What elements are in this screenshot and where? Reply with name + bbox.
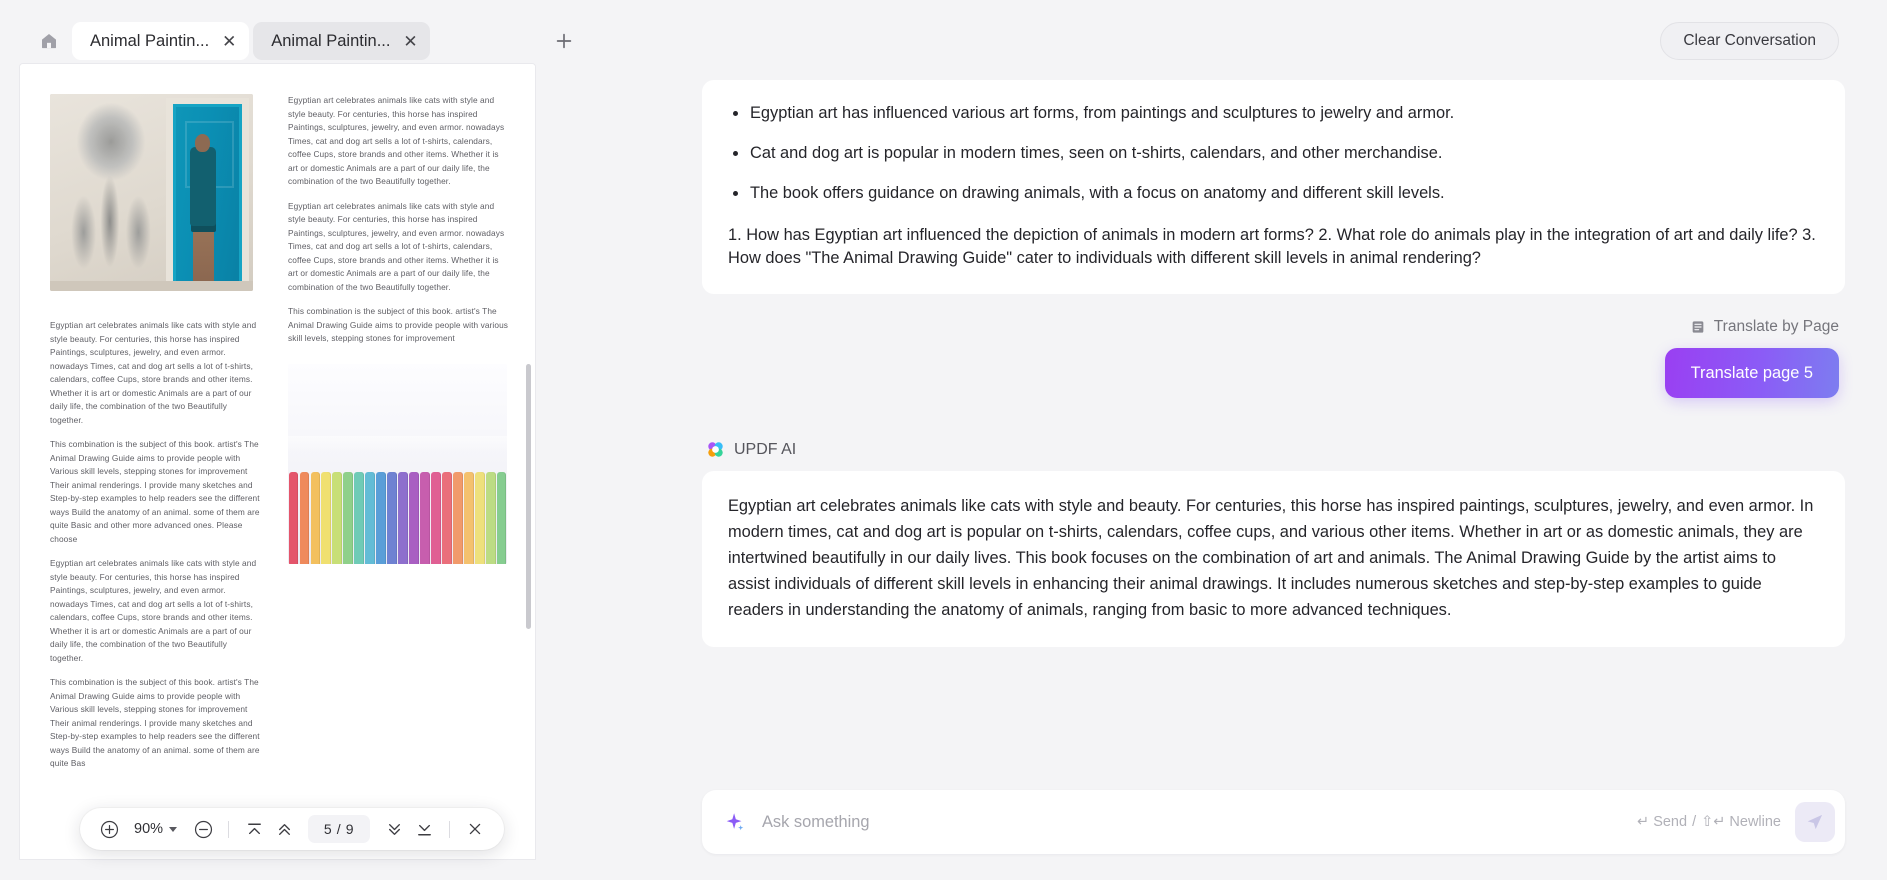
zoom-level-value: 90% bbox=[134, 821, 164, 837]
assistant-reply-block: UPDF AI Egyptian art celebrates animals … bbox=[702, 440, 1845, 647]
send-message-button[interactable] bbox=[1795, 802, 1835, 842]
assistant-answer-card: Egyptian art celebrates animals like cat… bbox=[702, 471, 1845, 647]
hint-divider: / bbox=[1692, 814, 1697, 830]
previous-page-button[interactable] bbox=[269, 814, 299, 844]
send-icon bbox=[1807, 814, 1823, 830]
plus-icon bbox=[557, 33, 572, 49]
pdf-paragraph: Egyptian art celebrates animals like cat… bbox=[50, 320, 257, 425]
page-indicator[interactable]: 5 / 9 bbox=[308, 815, 371, 843]
next-page-button[interactable] bbox=[379, 814, 409, 844]
translate-page-button[interactable]: Translate page 5 bbox=[1664, 348, 1839, 398]
colored-pencils-photo bbox=[288, 363, 507, 564]
zoom-in-button[interactable] bbox=[94, 814, 124, 844]
pdf-paragraph: This combination is the subject of this … bbox=[50, 439, 260, 544]
composer-hints: ↵ Send / ⇧↵ Newline bbox=[1637, 814, 1781, 830]
tab-0[interactable]: Animal Paintin... ✕ bbox=[72, 22, 250, 60]
pdf-paragraph: Egyptian art celebrates animals like cat… bbox=[288, 200, 505, 292]
close-icon bbox=[469, 823, 481, 835]
close-toolbar-button[interactable] bbox=[460, 814, 490, 844]
ask-something-input[interactable] bbox=[746, 812, 1638, 832]
chevron-down-icon bbox=[169, 826, 178, 832]
tab-label: Animal Paintin... bbox=[90, 31, 210, 50]
home-icon bbox=[42, 34, 56, 49]
first-page-button[interactable] bbox=[239, 814, 269, 844]
updf-app-window: Animal Paintin... ✕ Animal Paintin... ✕ bbox=[0, 0, 1887, 880]
tab-label: Animal Paintin... bbox=[271, 31, 391, 50]
ai-chat-pane: Clear Conversation Egyptian art has infl… bbox=[660, 0, 1887, 880]
hint-newline: ⇧↵ Newline bbox=[1701, 814, 1781, 830]
sparkle-icon bbox=[726, 813, 744, 831]
tab-close-icon[interactable]: ✕ bbox=[400, 31, 420, 51]
tab-close-icon[interactable]: ✕ bbox=[219, 31, 239, 51]
list-item: The book offers guidance on drawing anim… bbox=[728, 182, 1819, 204]
clear-conversation-button[interactable]: Clear Conversation bbox=[1660, 22, 1839, 60]
translate-section: Translate by Page Translate page 5 bbox=[702, 318, 1845, 398]
zoom-in-icon bbox=[100, 820, 118, 838]
pdf-viewer-pane: Animal Paintin... ✕ Animal Paintin... ✕ bbox=[0, 0, 660, 880]
ai-toolbar: Clear Conversation bbox=[702, 22, 1845, 60]
page-scrollbar[interactable] bbox=[526, 364, 531, 629]
translate-by-page-text: Translate by Page bbox=[1713, 318, 1839, 335]
pdf-page: Egyptian art celebrates animals like cat… bbox=[20, 64, 535, 859]
next-page-icon bbox=[388, 823, 400, 835]
zoom-out-icon bbox=[194, 820, 212, 838]
toolbar-divider bbox=[449, 820, 451, 838]
go-to-first-page-icon bbox=[247, 823, 261, 834]
pdf-paragraph: This combination is the subject of this … bbox=[50, 677, 260, 768]
pdf-text-left: Egyptian art celebrates animals like cat… bbox=[50, 319, 260, 771]
message-composer: ↵ Send / ⇧↵ Newline bbox=[702, 790, 1845, 854]
tab-bar: Animal Paintin... ✕ Animal Paintin... ✕ bbox=[22, 18, 660, 64]
assistant-name: UPDF AI bbox=[734, 440, 797, 458]
assistant-answer-text: Egyptian art celebrates animals like cat… bbox=[728, 497, 1814, 619]
pdf-column-left: Egyptian art celebrates animals like cat… bbox=[50, 94, 260, 782]
document-surface[interactable]: Egyptian art celebrates animals like cat… bbox=[20, 64, 535, 859]
updf-ai-clover-logo bbox=[708, 442, 723, 457]
home-button[interactable] bbox=[30, 22, 68, 60]
pdf-paragraph: Egyptian art celebrates animals like cat… bbox=[288, 95, 505, 186]
pdf-paragraph: Egyptian art celebrates animals like cat… bbox=[50, 558, 257, 663]
translate-by-page-label: Translate by Page bbox=[1690, 318, 1839, 336]
pdf-text-right: Egyptian art celebrates animals like cat… bbox=[288, 94, 510, 346]
summary-bullet-list: Egyptian art has influenced various art … bbox=[728, 102, 1819, 204]
zoom-level-selector[interactable]: 90% bbox=[124, 821, 188, 837]
zoom-out-button[interactable] bbox=[188, 814, 218, 844]
hint-send: ↵ Send bbox=[1637, 814, 1688, 830]
pdf-column-right: Egyptian art celebrates animals like cat… bbox=[288, 94, 510, 782]
pdf-floating-toolbar: 90% 5 / 9 bbox=[80, 808, 505, 850]
list-item: Egyptian art has influenced various art … bbox=[728, 102, 1819, 124]
last-page-button[interactable] bbox=[409, 814, 439, 844]
elephant-drawing-and-man-by-blue-door-photo bbox=[50, 94, 253, 291]
page-list-icon bbox=[1692, 321, 1704, 333]
previous-page-icon bbox=[278, 823, 290, 835]
new-tab-button[interactable] bbox=[546, 23, 582, 59]
assistant-identity: UPDF AI bbox=[702, 440, 1845, 459]
toolbar-divider bbox=[228, 820, 230, 838]
list-item: Cat and dog art is popular in modern tim… bbox=[728, 142, 1819, 164]
pdf-paragraph: This combination is the subject of this … bbox=[288, 306, 509, 343]
suggested-questions-text: 1. How has Egyptian art influenced the d… bbox=[728, 226, 1816, 267]
tab-1[interactable]: Animal Paintin... ✕ bbox=[253, 22, 431, 60]
ai-summary-card: Egyptian art has influenced various art … bbox=[702, 80, 1845, 294]
go-to-last-page-icon bbox=[417, 824, 431, 835]
